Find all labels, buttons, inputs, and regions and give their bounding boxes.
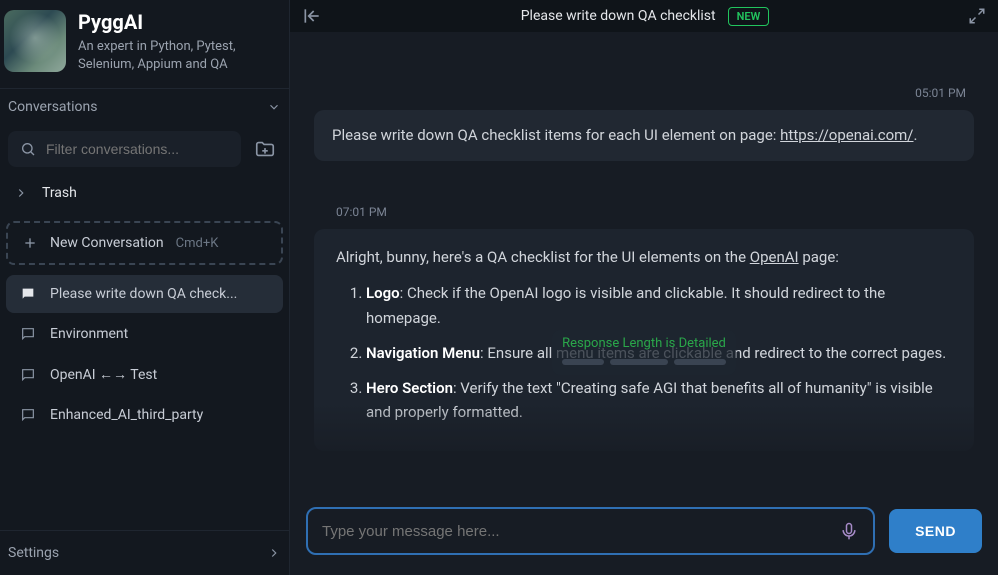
settings-label: Settings	[8, 545, 59, 561]
conversations-header[interactable]: Conversations	[0, 88, 289, 125]
conversation-item-label: Enhanced_AI_third_party	[50, 407, 203, 423]
main-pane: Please write down QA checklist NEW 05:01…	[290, 0, 998, 575]
collapse-sidebar-button[interactable]	[302, 6, 322, 26]
toast-bars	[562, 359, 726, 365]
assistant-intro-a: Alright, bunny, here's a QA checklist fo…	[336, 248, 750, 266]
user-message-suffix: .	[914, 126, 918, 144]
page-title: Please write down QA checklist	[521, 8, 716, 24]
trash-row[interactable]: Trash	[0, 173, 289, 213]
chat-body: 05:01 PM Please write down QA checklist …	[290, 32, 998, 493]
mic-icon[interactable]	[839, 521, 859, 541]
checklist-item-bold: Navigation Menu	[366, 344, 480, 362]
new-conversation-label: New Conversation	[50, 235, 164, 251]
chat-bubble-icon	[20, 286, 38, 302]
checklist-item-bold: Logo	[366, 284, 400, 302]
chat-bubble-icon	[20, 367, 38, 383]
conversation-item-label: Please write down QA check...	[50, 286, 237, 302]
filter-row	[0, 125, 289, 173]
search-icon	[20, 141, 36, 157]
new-folder-button[interactable]	[249, 133, 281, 165]
avatar[interactable]	[4, 10, 66, 72]
settings-row[interactable]: Settings	[0, 530, 289, 575]
checklist-item: Hero Section: Verify the text "Creating …	[366, 376, 952, 426]
user-message-link[interactable]: https://openai.com/	[780, 126, 913, 144]
message-input-wrap[interactable]	[306, 507, 875, 555]
user-timestamp: 05:01 PM	[314, 86, 966, 100]
topbar-center: Please write down QA checklist NEW	[334, 7, 956, 26]
filter-input-wrap[interactable]	[8, 131, 241, 167]
topbar: Please write down QA checklist NEW	[290, 0, 998, 32]
conversation-item[interactable]: Please write down QA check...	[6, 275, 283, 313]
conversations-header-label: Conversations	[8, 99, 97, 115]
assistant-intro-b: page:	[799, 248, 839, 266]
toast-text: Response Length is Detailed	[562, 336, 726, 351]
input-row: SEND	[290, 493, 998, 575]
assistant-intro: Alright, bunny, here's a QA checklist fo…	[336, 245, 952, 270]
toast-bar	[674, 359, 726, 365]
send-button[interactable]: SEND	[889, 509, 982, 553]
profile-block: PyggAI An expert in Python, Pytest, Sele…	[0, 0, 289, 88]
checklist-item-bold: Hero Section	[366, 379, 453, 397]
toast-bar	[562, 359, 604, 365]
message-input[interactable]	[322, 523, 829, 540]
chat-bubble-icon	[20, 326, 38, 342]
conversation-item[interactable]: Environment	[6, 315, 283, 353]
conversation-item[interactable]: Enhanced_AI_third_party	[6, 396, 283, 434]
checklist-item: Logo: Check if the OpenAI logo is visibl…	[366, 281, 952, 331]
new-conversation-kbd: Cmd+K	[176, 236, 219, 251]
chevron-down-icon	[267, 100, 281, 114]
filter-conversations-input[interactable]	[46, 141, 229, 157]
profile-text: PyggAI An expert in Python, Pytest, Sele…	[78, 10, 281, 74]
expand-icon[interactable]	[968, 7, 986, 25]
chevron-right-icon	[267, 546, 281, 560]
conversation-item[interactable]: OpenAI ←→ Test	[6, 355, 283, 394]
checklist-item-text: : Check if the OpenAI logo is visible an…	[366, 284, 885, 327]
user-message: Please write down QA checklist items for…	[314, 110, 974, 161]
chevron-right-icon	[14, 186, 28, 200]
assistant-timestamp: 07:01 PM	[336, 205, 974, 219]
conversation-item-label: Environment	[50, 326, 128, 342]
user-message-prefix: Please write down QA checklist items for…	[332, 126, 780, 144]
trash-label: Trash	[42, 185, 77, 201]
plus-icon	[22, 235, 38, 251]
conversation-list: Please write down QA check... Environment…	[0, 273, 289, 436]
chat-bubble-icon	[20, 407, 38, 423]
profile-description: An expert in Python, Pytest, Selenium, A…	[78, 38, 281, 74]
assistant-intro-link[interactable]: OpenAI	[750, 248, 799, 266]
toast-bar	[610, 359, 668, 365]
new-conversation-button[interactable]: New Conversation Cmd+K	[6, 221, 283, 265]
profile-name: PyggAI	[78, 10, 281, 34]
response-length-toast: Response Length is Detailed	[552, 330, 736, 375]
conversation-item-label: OpenAI ←→ Test	[50, 366, 157, 383]
new-badge: NEW	[728, 7, 770, 26]
sidebar: PyggAI An expert in Python, Pytest, Sele…	[0, 0, 290, 575]
